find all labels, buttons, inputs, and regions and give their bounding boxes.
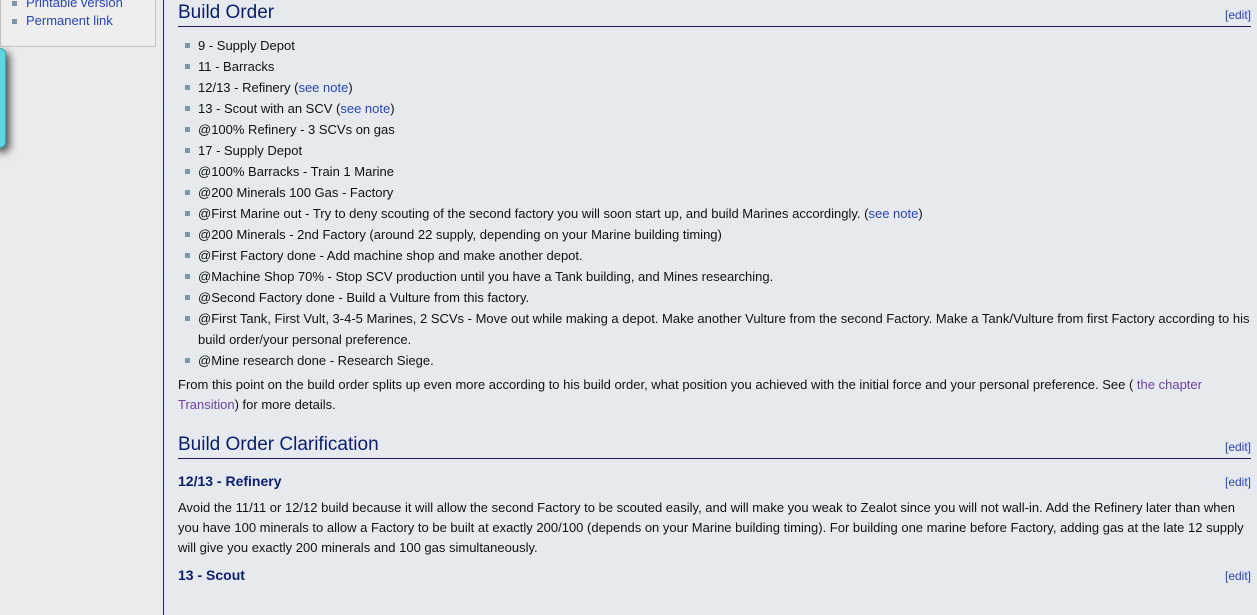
- toolbox: Printable version Permanent link: [0, 0, 156, 47]
- heading-text: Build Order: [178, 2, 275, 23]
- heading-scout: 13 - Scout [edit]: [178, 567, 1251, 583]
- item-text: @Second Factory done - Build a Vulture f…: [198, 290, 530, 305]
- see-note-link[interactable]: see note: [298, 80, 348, 95]
- list-item: 17 - Supply Depot: [178, 140, 1251, 161]
- toolbox-printable-version[interactable]: Printable version: [12, 0, 123, 12]
- printable-version-link[interactable]: Printable version: [26, 0, 123, 10]
- item-text: ): [918, 206, 923, 221]
- heading-text: 12/13 - Refinery: [178, 473, 282, 489]
- heading-build-order-clarification: Build Order Clarification [edit]: [178, 434, 1251, 459]
- item-text: @First Factory done - Add machine shop a…: [198, 248, 583, 263]
- permanent-link[interactable]: Permanent link: [26, 13, 113, 28]
- heading-text: Build Order Clarification: [178, 434, 379, 455]
- paragraph-text: From this point on the build order split…: [178, 377, 1137, 392]
- item-text: 17 - Supply Depot: [198, 143, 303, 158]
- heading-build-order: Build Order [edit]: [178, 2, 1251, 27]
- item-text: 9 - Supply Depot: [198, 38, 295, 53]
- edit-link[interactable]: [edit]: [1225, 569, 1251, 583]
- list-item: @First Tank, First Vult, 3-4-5 Marines, …: [178, 308, 1251, 350]
- toolbox-permanent-link[interactable]: Permanent link: [12, 12, 123, 30]
- list-item: @200 Minerals 100 Gas - Factory: [178, 182, 1251, 203]
- refinery-paragraph: Avoid the 11/11 or 12/12 build because i…: [178, 500, 1244, 555]
- item-text: 11 - Barracks: [198, 59, 275, 74]
- item-text: @Machine Shop 70% - Stop SCV production …: [198, 269, 774, 284]
- item-text: 13 - Scout with an SCV (: [198, 101, 341, 116]
- see-note-link[interactable]: see note: [340, 101, 390, 116]
- sidebar: Printable version Permanent link: [0, 0, 162, 615]
- content: Build Order [edit] 9 - Supply Depot 11 - …: [163, 0, 1257, 615]
- edit-link[interactable]: [edit]: [1225, 8, 1251, 22]
- list-item: 12/13 - Refinery (see note): [178, 77, 1251, 98]
- item-text: ): [390, 101, 395, 116]
- list-item: @Machine Shop 70% - Stop SCV production …: [178, 266, 1251, 287]
- paragraph-text: ) for more details.: [234, 397, 336, 412]
- list-item: @100% Barracks - Train 1 Marine: [178, 161, 1251, 182]
- list-item: @Mine research done - Research Siege.: [178, 350, 1251, 371]
- list-item: 9 - Supply Depot: [178, 35, 1251, 56]
- list-item: 11 - Barracks: [178, 56, 1251, 77]
- item-text: 12/13 - Refinery (: [198, 80, 299, 95]
- item-text: @Mine research done - Research Siege.: [198, 353, 434, 368]
- see-note-link[interactable]: see note: [868, 206, 918, 221]
- edit-link[interactable]: [edit]: [1225, 440, 1251, 454]
- list-item: 13 - Scout with an SCV (see note): [178, 98, 1251, 119]
- item-text: @200 Minerals 100 Gas - Factory: [198, 185, 394, 200]
- floating-widget-handle[interactable]: [0, 48, 6, 148]
- item-text: @First Tank, First Vult, 3-4-5 Marines, …: [198, 311, 1250, 347]
- heading-text: 13 - Scout: [178, 567, 245, 583]
- item-text: @100% Barracks - Train 1 Marine: [198, 164, 394, 179]
- build-order-list: 9 - Supply Depot 11 - Barracks 12/13 - Ref…: [178, 35, 1251, 371]
- list-item: @100% Refinery - 3 SCVs on gas: [178, 119, 1251, 140]
- item-text: @100% Refinery - 3 SCVs on gas: [198, 122, 395, 137]
- list-item: @First Marine out - Try to deny scouting…: [178, 203, 1251, 224]
- item-text: @200 Minerals - 2nd Factory (around 22 s…: [198, 227, 722, 242]
- edit-link[interactable]: [edit]: [1225, 475, 1251, 489]
- list-item: @First Factory done - Add machine shop a…: [178, 245, 1251, 266]
- item-text: @First Marine out - Try to deny scouting…: [198, 206, 869, 221]
- heading-refinery: 12/13 - Refinery [edit]: [178, 473, 1251, 489]
- list-item: @200 Minerals - 2nd Factory (around 22 s…: [178, 224, 1251, 245]
- item-text: ): [348, 80, 353, 95]
- build-order-paragraph: From this point on the build order split…: [178, 375, 1251, 415]
- list-item: @Second Factory done - Build a Vulture f…: [178, 287, 1251, 308]
